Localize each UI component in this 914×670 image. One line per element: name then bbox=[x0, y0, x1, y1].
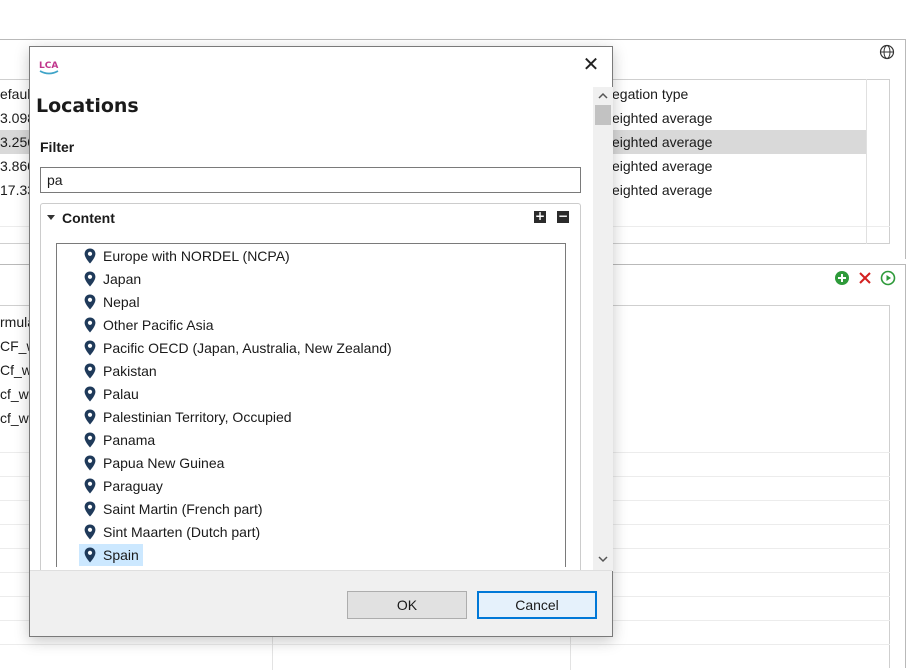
list-item[interactable]: Saint Martin (French part) bbox=[79, 498, 267, 520]
location-pin-icon bbox=[84, 501, 96, 517]
list-item[interactable]: Panama bbox=[79, 429, 159, 451]
list-item-label: Panama bbox=[103, 432, 156, 448]
table-cell: 3.256 bbox=[0, 130, 35, 154]
cancel-button[interactable]: Cancel bbox=[477, 591, 597, 619]
list-item[interactable]: Japan bbox=[79, 268, 145, 290]
ok-button[interactable]: OK bbox=[347, 591, 467, 619]
location-pin-icon bbox=[84, 409, 96, 425]
list-item[interactable]: Nepal bbox=[79, 291, 144, 313]
column-header-aggregation-type[interactable]: egation type bbox=[612, 82, 862, 106]
list-item[interactable]: Palau bbox=[79, 383, 143, 405]
column-divider bbox=[272, 636, 273, 670]
list-item-label: Japan bbox=[103, 271, 142, 287]
table-cell: cf_w bbox=[0, 410, 29, 426]
table-cell: eighted average bbox=[612, 158, 713, 174]
list-item-label: Papua New Guinea bbox=[103, 455, 225, 471]
app-logo-icon: LCA bbox=[39, 61, 59, 75]
table-cell: eighted average bbox=[612, 110, 713, 126]
location-pin-icon bbox=[84, 386, 96, 402]
filter-label: Filter bbox=[40, 139, 75, 155]
list-item-label: Nepal bbox=[103, 294, 140, 310]
list-item[interactable]: Other Pacific Asia bbox=[79, 314, 218, 336]
dialog-footer: OK Cancel bbox=[30, 570, 612, 636]
background-window-border-right bbox=[905, 39, 906, 259]
section-title: Content bbox=[62, 210, 115, 226]
globe-icon[interactable] bbox=[879, 44, 895, 60]
list-item[interactable]: Spain bbox=[79, 544, 143, 566]
locations-dialog: LCA ✕ Locations Filter pa Content + − Eu… bbox=[29, 46, 613, 637]
location-pin-icon bbox=[84, 317, 96, 333]
scroll-up-icon[interactable] bbox=[597, 91, 609, 101]
location-pin-icon bbox=[84, 547, 96, 563]
list-item[interactable]: Sint Maarten (Dutch part) bbox=[79, 521, 264, 543]
list-item-label: Pacific OECD (Japan, Australia, New Zeal… bbox=[103, 340, 392, 356]
add-icon[interactable] bbox=[834, 270, 850, 286]
column-divider bbox=[866, 79, 867, 244]
list-item-label: Pakistan bbox=[103, 363, 157, 379]
close-button[interactable]: ✕ bbox=[580, 55, 602, 77]
svg-text:LCA: LCA bbox=[39, 61, 58, 71]
list-item[interactable]: Pakistan bbox=[79, 360, 161, 382]
background-section-border-right bbox=[905, 264, 906, 668]
table-cell: cf_w bbox=[0, 386, 29, 402]
list-item-label: Spain bbox=[103, 547, 139, 563]
list-item-label: Sint Maarten (Dutch part) bbox=[103, 524, 261, 540]
list-item[interactable]: Paraguay bbox=[79, 475, 167, 497]
table-cell: eighted average bbox=[584, 130, 866, 154]
list-item-label: Europe with NORDEL (NCPA) bbox=[103, 248, 290, 264]
list-item[interactable]: Europe with NORDEL (NCPA) bbox=[79, 245, 294, 267]
list-item-label: Saint Martin (French part) bbox=[103, 501, 263, 517]
collapse-twisty-icon[interactable] bbox=[47, 215, 55, 220]
location-pin-icon bbox=[84, 294, 96, 310]
list-item[interactable]: Pacific OECD (Japan, Australia, New Zeal… bbox=[79, 337, 396, 359]
list-item-label: Paraguay bbox=[103, 478, 163, 494]
column-divider bbox=[570, 636, 571, 670]
expand-all-icon[interactable]: + bbox=[534, 210, 546, 223]
location-pin-icon bbox=[84, 455, 96, 471]
locations-tree[interactable]: Europe with NORDEL (NCPA) Japan Nepal Other… bbox=[56, 243, 566, 567]
content-section-header[interactable]: Content + − bbox=[41, 204, 580, 232]
collapse-all-icon[interactable]: − bbox=[557, 210, 569, 223]
location-pin-icon bbox=[84, 248, 96, 264]
location-pin-icon bbox=[84, 524, 96, 540]
background-window-border bbox=[0, 39, 906, 40]
location-pin-icon bbox=[84, 363, 96, 379]
location-pin-icon bbox=[84, 271, 96, 287]
vertical-scrollbar[interactable] bbox=[593, 87, 613, 571]
list-item-label: Other Pacific Asia bbox=[103, 317, 214, 333]
grid-line bbox=[0, 644, 890, 645]
run-icon[interactable] bbox=[880, 270, 896, 286]
list-item-label: Palestinian Territory, Occupied bbox=[103, 409, 292, 425]
scrollbar-thumb[interactable] bbox=[595, 105, 611, 125]
scroll-down-icon[interactable] bbox=[597, 554, 609, 564]
list-item[interactable]: Palestinian Territory, Occupied bbox=[79, 406, 296, 428]
list-item-label: Palau bbox=[103, 386, 139, 402]
location-pin-icon bbox=[84, 432, 96, 448]
remove-icon[interactable] bbox=[857, 270, 873, 286]
location-pin-icon bbox=[84, 340, 96, 356]
table-cell: Cf_w bbox=[0, 362, 32, 378]
dialog-title: Locations bbox=[36, 95, 139, 117]
table-cell: eighted average bbox=[612, 182, 713, 198]
location-pin-icon bbox=[84, 478, 96, 494]
filter-input[interactable]: pa bbox=[40, 167, 581, 193]
list-item[interactable]: Papua New Guinea bbox=[79, 452, 228, 474]
